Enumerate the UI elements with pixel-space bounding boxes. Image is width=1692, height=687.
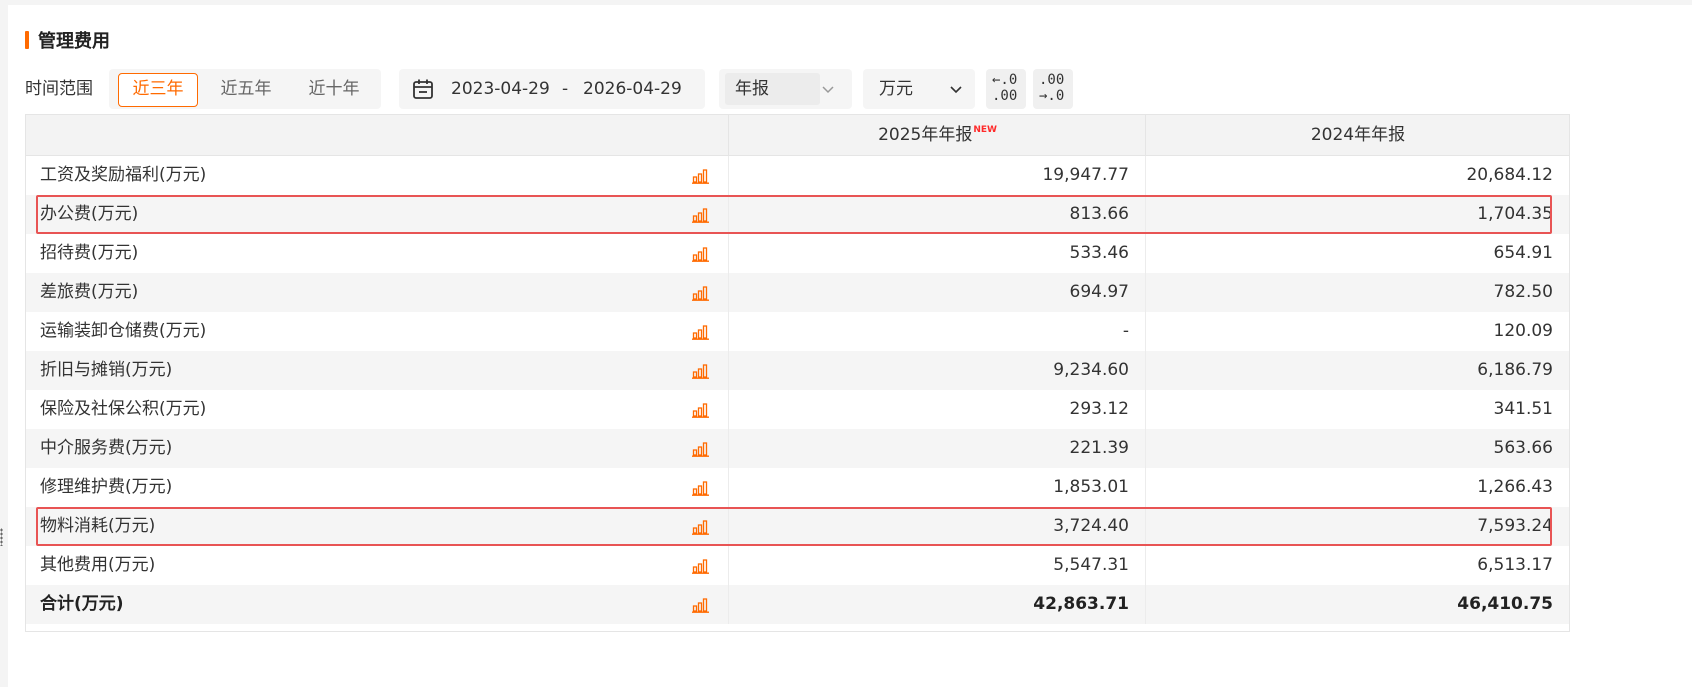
decrease-decimal-button[interactable]: ←.0 .00	[986, 69, 1026, 109]
value-2024: 120.09	[1145, 312, 1570, 351]
report-type-select[interactable]: 年报	[719, 69, 852, 109]
value-2024: 1,266.43	[1145, 468, 1570, 507]
value-2025: 221.39	[728, 429, 1146, 468]
bar-chart-icon[interactable]	[692, 324, 710, 340]
section-title: 管理费用	[25, 27, 110, 53]
row-label: 中介服务费(万元)	[40, 438, 173, 458]
value-2025: 694.97	[728, 273, 1146, 312]
date-end[interactable]: 2026-04-29	[583, 69, 682, 109]
value-2024: 7,593.24	[1145, 507, 1570, 546]
column-header-2025[interactable]: 2025年年报NEW	[728, 115, 1146, 155]
range-5y-button[interactable]: 近五年	[206, 73, 286, 105]
row-label: 招待费(万元)	[40, 243, 139, 263]
table-row: 折旧与摊销(万元) 9,234.60 6,186.79	[26, 351, 1569, 390]
value-2025: 533.46	[728, 234, 1146, 273]
increase-decimal-line2: →.0	[1039, 88, 1065, 104]
expense-table: 2025年年报NEW 2024年年报 工资及奖励福利(万元) 19,947.77 2…	[25, 114, 1570, 632]
bar-chart-icon[interactable]	[692, 285, 710, 301]
value-2024: 20,684.12	[1145, 156, 1570, 195]
table-row: 中介服务费(万元) 221.39 563.66	[26, 429, 1569, 468]
value-2024: 6,513.17	[1145, 546, 1570, 585]
bar-chart-icon[interactable]	[692, 519, 710, 535]
bar-chart-icon[interactable]	[692, 363, 710, 379]
unit-select[interactable]: 万元	[863, 69, 975, 109]
row-label: 折旧与摊销(万元)	[40, 360, 173, 380]
management-expenses-panel: 管理费用 时间范围 近三年 近五年 近十年 2023-04-29 - 2026-…	[8, 5, 1692, 687]
row-label: 差旅费(万元)	[40, 282, 139, 302]
table-row: 招待费(万元) 533.46 654.91	[26, 234, 1569, 273]
value-2025: 9,234.60	[728, 351, 1146, 390]
date-range-picker[interactable]: 2023-04-29 - 2026-04-29	[399, 69, 705, 109]
table-row: 运输装卸仓储费(万元) -120.09	[26, 312, 1569, 351]
value-2024: 6,186.79	[1145, 351, 1570, 390]
date-separator: -	[562, 79, 569, 99]
bar-chart-icon[interactable]	[692, 558, 710, 574]
chevron-down-icon	[950, 86, 962, 94]
total-row: 合计(万元) 42,863.71 46,410.75	[26, 585, 1569, 624]
value-2025: 813.66	[728, 195, 1146, 234]
value-2024: 563.66	[1145, 429, 1570, 468]
chevron-down-icon	[822, 86, 834, 94]
time-range-label: 时间范围	[25, 79, 93, 99]
value-2025: 1,853.01	[728, 468, 1146, 507]
decrease-decimal-line2: .00	[992, 88, 1018, 104]
table-header: 2025年年报NEW 2024年年报	[26, 115, 1569, 156]
range-3y-button[interactable]: 近三年	[118, 73, 198, 107]
row-label: 合计(万元)	[40, 594, 124, 614]
column-header-2024[interactable]: 2024年年报	[1145, 115, 1570, 155]
new-badge: NEW	[973, 125, 997, 135]
bar-chart-icon[interactable]	[692, 168, 710, 184]
value-2025: -	[728, 312, 1146, 351]
toolbar: 时间范围 近三年 近五年 近十年 2023-04-29 - 2026-04-29…	[25, 69, 1685, 109]
bar-chart-icon[interactable]	[692, 480, 710, 496]
row-label: 工资及奖励福利(万元)	[40, 165, 207, 185]
calendar-icon	[413, 79, 433, 99]
increase-decimal-button[interactable]: .00 →.0	[1033, 69, 1073, 109]
table-row: 差旅费(万元) 694.97 782.50	[26, 273, 1569, 312]
range-10y-button[interactable]: 近十年	[294, 73, 374, 105]
bar-chart-icon[interactable]	[692, 246, 710, 262]
row-label: 运输装卸仓储费(万元)	[40, 321, 207, 341]
bar-chart-icon[interactable]	[692, 597, 710, 613]
decrease-decimal-line1: ←.0	[992, 72, 1018, 88]
table-row: 保险及社保公积(万元) 293.12 341.51	[26, 390, 1569, 429]
value-2025: 19,947.77	[728, 156, 1146, 195]
column-header-2024-label: 2024年年报	[1310, 125, 1406, 145]
table-row: 其他费用(万元) 5,547.31 6,513.17	[26, 546, 1569, 585]
row-label: 物料消耗(万元)	[40, 516, 156, 536]
date-start[interactable]: 2023-04-29	[451, 69, 550, 109]
increase-decimal-line1: .00	[1039, 72, 1065, 88]
value-2025: 3,724.40	[728, 507, 1146, 546]
table-row: 工资及奖励福利(万元) 19,947.77 20,684.12	[26, 156, 1569, 195]
table-row: 修理维护费(万元) 1,853.01 1,266.43	[26, 468, 1569, 507]
section-title-text: 管理费用	[38, 31, 110, 52]
value-2024: 1,704.35	[1145, 195, 1570, 234]
row-label: 保险及社保公积(万元)	[40, 399, 207, 419]
value-2024: 341.51	[1145, 390, 1570, 429]
value-2024: 46,410.75	[1145, 585, 1570, 624]
row-label: 修理维护费(万元)	[40, 477, 173, 497]
range-tabs: 近三年 近五年 近十年	[109, 69, 381, 109]
title-accent-bar	[25, 31, 29, 49]
drag-handle[interactable]	[0, 528, 3, 546]
value-2024: 654.91	[1145, 234, 1570, 273]
value-2025: 42,863.71	[728, 585, 1146, 624]
report-type-value: 年报	[735, 79, 769, 99]
table-row: 物料消耗(万元) 3,724.40 7,593.24	[26, 507, 1569, 546]
bar-chart-icon[interactable]	[692, 207, 710, 223]
column-header-2025-label: 2025年年报	[878, 125, 973, 145]
unit-value: 万元	[879, 79, 913, 99]
table-row: 办公费(万元) 813.66 1,704.35	[26, 195, 1569, 234]
bar-chart-icon[interactable]	[692, 402, 710, 418]
bar-chart-icon[interactable]	[692, 441, 710, 457]
value-2025: 5,547.31	[728, 546, 1146, 585]
row-label: 其他费用(万元)	[40, 555, 156, 575]
value-2025: 293.12	[728, 390, 1146, 429]
value-2024: 782.50	[1145, 273, 1570, 312]
row-label: 办公费(万元)	[40, 204, 139, 224]
